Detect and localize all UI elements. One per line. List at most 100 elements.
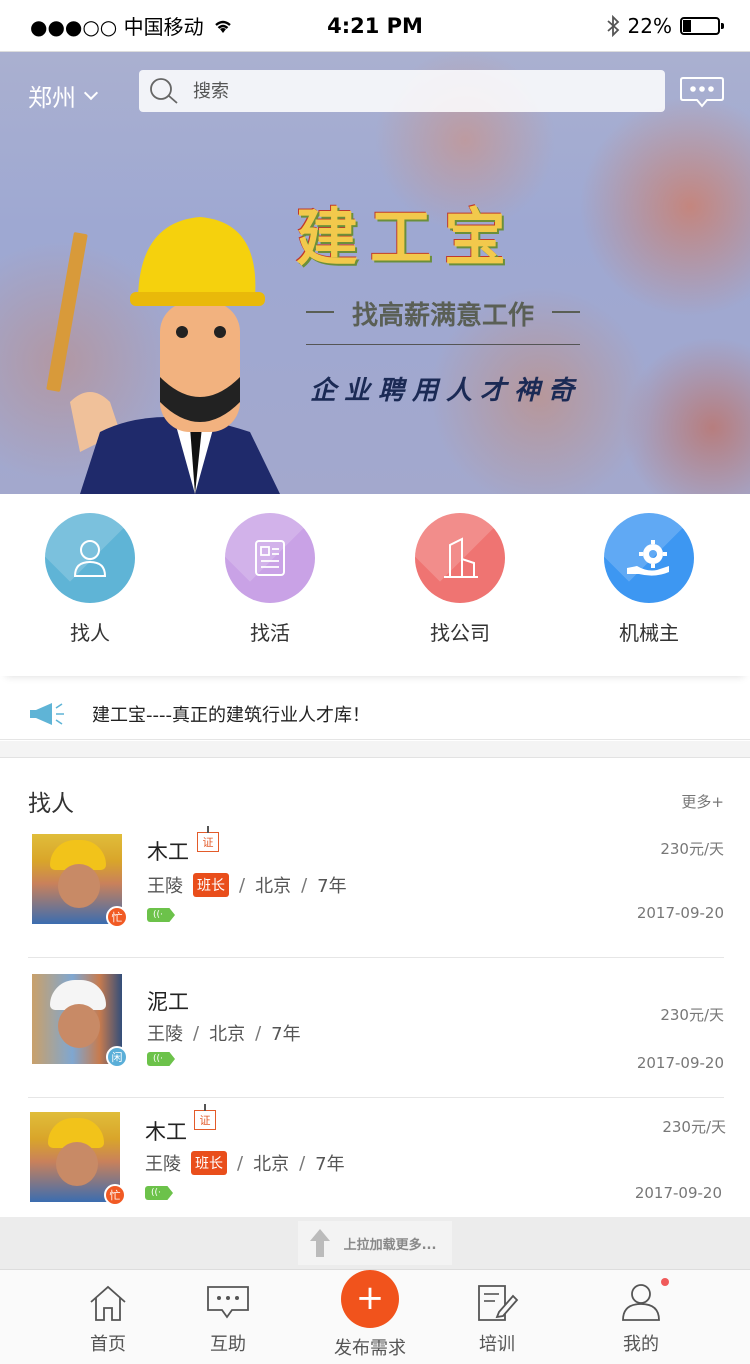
plus-icon: + bbox=[341, 1270, 399, 1328]
carrier-label: ●●●○○ 中国移动 bbox=[30, 15, 204, 39]
tab-label: 培训 bbox=[479, 1334, 515, 1355]
notification-dot bbox=[661, 1278, 669, 1286]
worker-city: 北京 bbox=[209, 1024, 246, 1045]
post-date: 2017-09-20 bbox=[634, 1184, 722, 1202]
job-title: 木工 bbox=[147, 840, 189, 864]
daily-price: 230元/天 bbox=[660, 840, 724, 858]
worker-name: 王陵 bbox=[145, 1154, 181, 1175]
message-icon[interactable] bbox=[679, 76, 725, 108]
gear-hand-icon bbox=[627, 540, 669, 576]
category-label: 机械主 bbox=[619, 621, 679, 645]
worker-meta: 王陵 班长 / 北京 / 7年 bbox=[147, 872, 347, 898]
category-label: 找公司 bbox=[430, 621, 490, 645]
worker-illustration bbox=[46, 217, 280, 494]
search-icon bbox=[150, 78, 178, 104]
load-more-text: 上拉加载更多... bbox=[343, 1237, 437, 1253]
notice-text: 建工宝----真正的建筑行业人才库！ bbox=[92, 704, 370, 726]
tab-label: 互助 bbox=[210, 1334, 246, 1355]
banner-subtitle: 找高薪满意工作 bbox=[306, 295, 580, 332]
tab-label: 我的 bbox=[623, 1334, 659, 1355]
separator: / bbox=[237, 1152, 244, 1174]
wifi-icon bbox=[214, 20, 231, 33]
find-work-circle bbox=[225, 513, 315, 603]
banner-title: 建工宝 bbox=[296, 201, 519, 274]
search-input[interactable] bbox=[193, 80, 633, 102]
more-link[interactable]: 更多+ bbox=[681, 791, 724, 812]
worker-name: 王陵 bbox=[147, 876, 183, 897]
separator: / bbox=[193, 1022, 200, 1044]
post-date: 2017-09-20 bbox=[636, 1054, 724, 1072]
notice-bar[interactable]: 建工宝----真正的建筑行业人才库！ bbox=[0, 688, 750, 740]
section-divider bbox=[0, 741, 750, 758]
edit-doc-icon bbox=[478, 1285, 519, 1321]
status-badge: 忙 bbox=[104, 1184, 126, 1206]
section-title: 找人 bbox=[28, 791, 74, 817]
tab-publish[interactable]: + 发布需求 bbox=[318, 1270, 422, 1360]
worker-meta: 王陵 / 北京 / 7年 bbox=[147, 1020, 301, 1046]
worker-years: 7年 bbox=[271, 1024, 301, 1045]
face bbox=[58, 1004, 100, 1048]
tab-bar: 首页 互助 + 发布需求 培训 我的 bbox=[0, 1269, 750, 1364]
battery-level bbox=[683, 19, 691, 32]
tab-home[interactable]: 首页 bbox=[58, 1280, 158, 1356]
banner[interactable]: 郑州 建工宝 找高薪满意工作 企业聘用人才神奇 bbox=[0, 52, 750, 494]
chevron-down-icon bbox=[83, 85, 99, 100]
face bbox=[56, 1142, 98, 1186]
daily-price: 230元/天 bbox=[662, 1118, 726, 1136]
machinery-circle bbox=[604, 513, 694, 603]
worker-row[interactable]: 忙 木工 证 王陵 班长 / 北京 / 7年 ((· 230元/天 2017-0… bbox=[28, 818, 724, 958]
tab-training[interactable]: 培训 bbox=[447, 1280, 547, 1356]
category-find-people[interactable]: 找人 bbox=[30, 513, 150, 646]
status-badge: 闲 bbox=[106, 1046, 128, 1068]
megaphone-icon bbox=[30, 702, 64, 725]
post-date: 2017-09-20 bbox=[636, 904, 724, 922]
voice-message-icon[interactable]: ((· bbox=[145, 1186, 173, 1200]
daily-price: 230元/天 bbox=[660, 1006, 724, 1024]
category-grid: 找人 找活 找公司 机械主 bbox=[0, 494, 750, 676]
separator: / bbox=[255, 1022, 262, 1044]
worker-row[interactable]: 忙 木工 证 王陵 班长 / 北京 / 7年 ((· 230元/天 2017-0… bbox=[28, 1096, 726, 1217]
face bbox=[58, 864, 100, 908]
role-tag: 班长 bbox=[193, 873, 229, 897]
category-find-company[interactable]: 找公司 bbox=[400, 513, 520, 646]
tab-mutual-help[interactable]: 互助 bbox=[178, 1280, 278, 1356]
carrier-signal: ●●●○○ 中国移动 bbox=[30, 11, 234, 40]
user-icon bbox=[622, 1284, 660, 1321]
city-selector[interactable]: 郑州 bbox=[28, 78, 99, 113]
job-title: 木工 bbox=[145, 1120, 187, 1144]
job-title: 泥工 bbox=[147, 990, 189, 1014]
worker-years: 7年 bbox=[317, 876, 347, 897]
building-icon bbox=[444, 537, 478, 578]
section-header: 找人 更多+ bbox=[28, 784, 724, 818]
certificate-badge: 证 bbox=[197, 826, 219, 852]
tab-profile[interactable]: 我的 bbox=[591, 1278, 691, 1356]
find-people-circle bbox=[45, 513, 135, 603]
city-label: 郑州 bbox=[28, 84, 76, 112]
category-label: 找人 bbox=[70, 621, 110, 645]
voice-message-icon[interactable]: ((· bbox=[147, 908, 175, 922]
category-find-work[interactable]: 找活 bbox=[210, 513, 330, 646]
find-company-circle bbox=[415, 513, 505, 603]
battery-percent: 22% bbox=[627, 13, 672, 38]
voice-message-icon[interactable]: ((· bbox=[147, 1052, 175, 1066]
banner-slogan: 企业聘用人才神奇 bbox=[310, 376, 583, 406]
load-more-bar[interactable]: 上拉加载更多... bbox=[0, 1217, 750, 1269]
resume-icon bbox=[255, 540, 285, 576]
role-tag: 班长 bbox=[191, 1151, 227, 1175]
status-bar: ●●●○○ 中国移动 4:21 PM 22% bbox=[0, 0, 750, 52]
tab-label: 发布需求 bbox=[334, 1338, 406, 1359]
chat-icon bbox=[207, 1286, 249, 1319]
worker-years: 7年 bbox=[315, 1154, 345, 1175]
separator: / bbox=[239, 874, 246, 896]
search-bar[interactable] bbox=[139, 70, 665, 112]
worker-city: 北京 bbox=[255, 876, 292, 897]
worker-meta: 王陵 班长 / 北京 / 7年 bbox=[145, 1150, 345, 1176]
battery-icon bbox=[680, 16, 724, 35]
home-icon bbox=[90, 1285, 126, 1321]
category-machinery-owner[interactable]: 机械主 bbox=[589, 513, 709, 646]
tab-label: 首页 bbox=[90, 1334, 126, 1355]
worker-row[interactable]: 闲 泥工 王陵 / 北京 / 7年 ((· 230元/天 2017-09-20 bbox=[28, 958, 724, 1098]
bluetooth-icon bbox=[606, 14, 619, 37]
category-label: 找活 bbox=[250, 621, 290, 645]
separator: / bbox=[299, 1152, 306, 1174]
